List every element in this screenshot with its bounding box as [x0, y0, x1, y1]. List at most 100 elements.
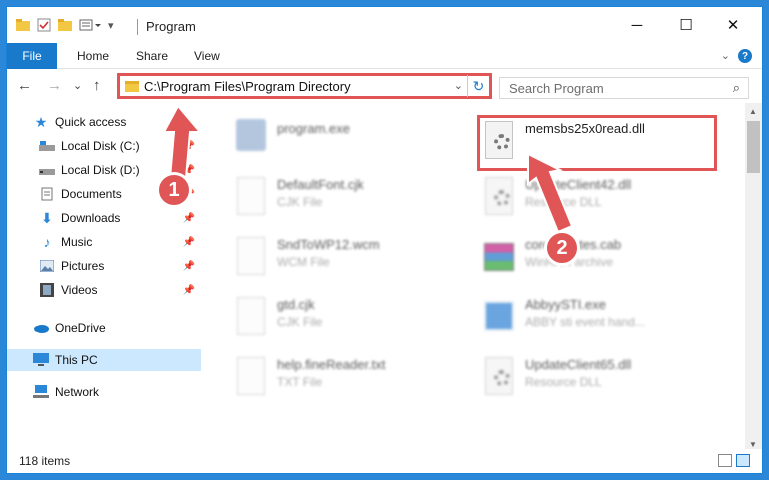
step-1-badge: 1: [156, 172, 192, 208]
sidebar-item-this-pc[interactable]: This PC: [7, 349, 201, 371]
sidebar-item-network[interactable]: Network: [7, 381, 201, 403]
videos-icon: [39, 283, 55, 297]
help-icon[interactable]: ?: [738, 49, 752, 63]
archive-icon: [480, 237, 516, 277]
navigation-pane: ★ Quick access Local Disk (C:) 📌 Local D…: [7, 103, 203, 451]
tab-share[interactable]: Share: [136, 49, 168, 63]
sidebar-item-label: Music: [61, 235, 93, 249]
scroll-thumb[interactable]: [747, 121, 760, 173]
pin-icon[interactable]: 📌: [183, 285, 195, 296]
sidebar-item-label: Network: [55, 385, 100, 399]
scroll-down-icon[interactable]: ▼: [749, 440, 757, 449]
customize-toolbar-icon[interactable]: [79, 18, 103, 32]
network-icon: [33, 385, 49, 399]
file-item[interactable]: gtd.cjk CJK File: [232, 293, 472, 345]
file-name: SndToWP12.wcm: [277, 237, 380, 252]
highlight-box: [477, 115, 717, 171]
file-item[interactable]: SndToWP12.wcm WCM File: [232, 233, 472, 285]
ribbon-tabs: File Home Share View ⌄ ?: [7, 43, 762, 69]
vertical-scrollbar[interactable]: ▲ ▼: [745, 103, 762, 453]
address-dropdown-icon[interactable]: ⌄: [454, 79, 463, 92]
address-bar[interactable]: C:\Program Files\Program Directory ⌄ ↻: [117, 73, 492, 99]
pin-icon[interactable]: 📌: [183, 237, 195, 248]
file-type: TXT File: [277, 375, 323, 389]
explorer-window: ▾ Program ─ ☐ ✕ File Home Share View ⌄ ?…: [6, 6, 763, 474]
pin-icon[interactable]: 📌: [183, 213, 195, 224]
sidebar-item-label: This PC: [55, 353, 98, 367]
file-type: Resource DLL: [525, 195, 602, 209]
sidebar-item-label: Documents: [61, 187, 122, 201]
forward-button[interactable]: →: [47, 77, 62, 94]
file-name: UpdateClient42.dll: [525, 177, 632, 192]
computer-icon: [33, 353, 49, 367]
pin-icon[interactable]: 📌: [183, 261, 195, 272]
search-icon[interactable]: ⌕: [733, 80, 740, 96]
search-input[interactable]: Search Program ⌕: [499, 77, 749, 99]
new-folder-icon[interactable]: [58, 18, 72, 32]
sidebar-item-label: Pictures: [61, 259, 105, 273]
scroll-up-icon[interactable]: ▲: [749, 107, 757, 116]
document-icon: [232, 177, 268, 217]
sidebar-item-music[interactable]: ♪ Music 📌: [7, 231, 201, 253]
document-icon: [232, 357, 268, 397]
window-title: Program: [146, 19, 196, 34]
dll-gear-icon: [480, 357, 516, 397]
tab-view[interactable]: View: [194, 49, 220, 63]
document-icon: [232, 237, 268, 277]
sidebar-item-label: Local Disk (D:): [61, 163, 140, 177]
sidebar-item-downloads[interactable]: ⬇ Downloads 📌: [7, 207, 201, 229]
sidebar-item-videos[interactable]: Videos 📌: [7, 279, 201, 301]
drive-icon: [39, 163, 55, 177]
file-name: program.exe: [277, 121, 350, 136]
minimize-button[interactable]: ─: [622, 13, 652, 37]
file-item[interactable]: AbbyySTI.exe ABBY sti event hand...: [480, 293, 720, 345]
document-folder-icon: [39, 187, 55, 201]
large-icons-view-icon[interactable]: [736, 454, 750, 467]
sidebar-item-quick-access[interactable]: ★ Quick access: [7, 111, 201, 133]
file-name: help.fineReader.txt: [277, 357, 386, 372]
file-name: UpdateClient65.dll: [525, 357, 632, 372]
search-placeholder: Search Program: [509, 81, 604, 96]
program-icon: [232, 117, 268, 157]
qa-dropdown-icon[interactable]: ▾: [108, 19, 114, 32]
back-button[interactable]: ←: [17, 77, 32, 94]
properties-icon[interactable]: [37, 18, 51, 32]
file-name: gtd.cjk: [277, 297, 315, 312]
address-path[interactable]: C:\Program Files\Program Directory: [144, 79, 351, 94]
details-view-icon[interactable]: [718, 454, 732, 467]
up-button[interactable]: ↑: [93, 77, 101, 94]
file-name: DefaultFont.cjk: [277, 177, 364, 192]
file-item[interactable]: program.exe: [232, 113, 472, 165]
title-separator: [137, 19, 138, 35]
sidebar-item-pictures[interactable]: Pictures 📌: [7, 255, 201, 277]
recent-locations-button[interactable]: ⌄: [73, 79, 82, 92]
file-type: Resource DLL: [525, 375, 602, 389]
sidebar-item-label: Local Disk (C:): [61, 139, 140, 153]
file-name: AbbyySTI.exe: [525, 297, 606, 312]
file-item[interactable]: UpdateClient42.dll Resource DLL: [480, 173, 720, 225]
cloud-icon: [33, 321, 49, 335]
tab-file[interactable]: File: [7, 43, 57, 69]
file-type: WCM File: [277, 255, 330, 269]
sidebar-item-label: OneDrive: [55, 321, 106, 335]
pin-icon[interactable]: 📌: [183, 165, 195, 176]
maximize-button[interactable]: ☐: [671, 13, 701, 37]
pin-icon[interactable]: 📌: [183, 141, 195, 152]
file-item[interactable]: coreupdates.cab WinRAR archive: [480, 233, 720, 285]
file-item[interactable]: DefaultFont.cjk CJK File: [232, 173, 472, 225]
sidebar-item-label: Downloads: [61, 211, 121, 225]
title-bar: ▾ Program ─ ☐ ✕: [7, 7, 762, 43]
close-button[interactable]: ✕: [718, 13, 748, 37]
sidebar-item-onedrive[interactable]: OneDrive: [7, 317, 201, 339]
file-item[interactable]: help.fineReader.txt TXT File: [232, 353, 472, 405]
expand-ribbon-icon[interactable]: ⌄: [721, 49, 730, 62]
file-item[interactable]: UpdateClient65.dll Resource DLL: [480, 353, 720, 405]
star-icon: ★: [34, 113, 48, 130]
file-type: CJK File: [277, 195, 323, 209]
refresh-icon[interactable]: ↻: [467, 75, 489, 97]
sidebar-item-local-disk-c[interactable]: Local Disk (C:) 📌: [7, 135, 201, 157]
tab-home[interactable]: Home: [77, 49, 109, 63]
file-type: ABBY sti event hand...: [525, 315, 645, 329]
folder-icon[interactable]: [16, 18, 30, 32]
file-type: CJK File: [277, 315, 323, 329]
